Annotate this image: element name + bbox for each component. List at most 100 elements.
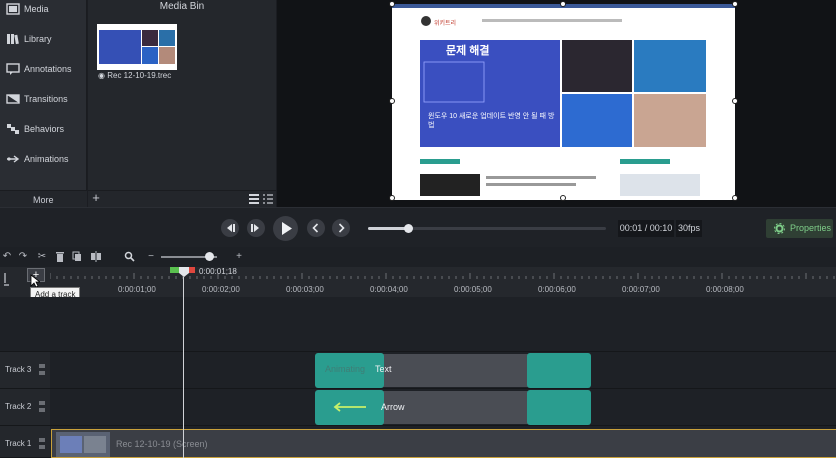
clip-sub-label: Animating (325, 364, 366, 374)
clip-thumbnail (56, 432, 110, 457)
resize-handle[interactable] (560, 195, 566, 201)
delete-icon[interactable] (54, 251, 66, 263)
resize-handle[interactable] (389, 195, 395, 201)
time-readout: 00:01 / 00:10 (618, 220, 674, 237)
playback-controls: 00:01 / 00:10 30fps Properties (0, 207, 836, 247)
resize-handle[interactable] (560, 1, 566, 7)
gear-icon (774, 223, 785, 234)
play-button[interactable] (273, 216, 298, 241)
playhead-line[interactable] (183, 277, 184, 458)
screen-clip-label: Rec 12-10-19 (Screen) (116, 439, 208, 449)
sidebar-item-label: Behaviors (24, 124, 65, 134)
library-icon (7, 34, 19, 45)
track-lock-icon[interactable] (38, 399, 46, 415)
sidebar-item-library[interactable]: Library (0, 24, 87, 54)
resize-handle[interactable] (389, 1, 395, 7)
selection-end-marker[interactable] (189, 267, 195, 273)
screen-recording-clip[interactable]: Rec 12-10-19 (Screen) (51, 429, 836, 458)
split-icon[interactable] (90, 251, 102, 263)
list-view-icon[interactable] (249, 194, 259, 204)
arrow-clip-out-animation[interactable] (527, 390, 591, 425)
ruler-label: 0:00:03;00 (286, 285, 324, 294)
track-header-3[interactable]: Track 3 (0, 352, 50, 389)
ruler-label: 0:00:06;00 (538, 285, 576, 294)
step-forward-button[interactable] (247, 219, 265, 237)
annotation-icon (6, 63, 20, 75)
sidebar-item-label: Animations (24, 154, 69, 164)
media-bin-title: Media Bin (159, 1, 205, 12)
timeline-lock-icon[interactable] (0, 270, 24, 290)
webpage-screenshot (392, 4, 735, 200)
track-lock-icon[interactable] (38, 436, 46, 452)
track-lane-empty[interactable] (50, 297, 836, 352)
more-button[interactable]: More (0, 190, 87, 207)
ruler-label: 0:00:07;00 (622, 285, 660, 294)
scrubber-fill (368, 227, 409, 230)
transition-icon (6, 94, 20, 104)
resize-handle[interactable] (389, 98, 395, 104)
track-header-2[interactable]: Track 2 (0, 389, 50, 426)
sidebar-item-transitions[interactable]: Transitions (0, 84, 87, 114)
track-header-1[interactable]: Track 1 (0, 426, 50, 458)
properties-button[interactable]: Properties (766, 219, 833, 238)
ruler-label: 0:00:08;00 (706, 285, 744, 294)
track-lock-icon[interactable] (38, 362, 46, 378)
sidebar-item-annotations[interactable]: Annotations (0, 54, 87, 84)
ruler-label: 0:00:04;00 (370, 285, 408, 294)
step-forward-icon (251, 224, 259, 232)
sidebar-item-animations[interactable]: Animations (0, 144, 87, 174)
copy-icon[interactable] (71, 251, 83, 263)
previous-marker-button[interactable] (307, 219, 325, 237)
preview-site-name: 위키트리 (434, 21, 457, 27)
chevron-left-icon (312, 223, 319, 233)
text-clip-out-animation[interactable] (527, 353, 591, 388)
media-thumbnail[interactable] (97, 24, 177, 70)
resize-handle[interactable] (732, 195, 738, 201)
ruler-label: 0:00:02;00 (202, 285, 240, 294)
step-back-icon (227, 224, 235, 232)
zoom-out-icon[interactable]: − (145, 251, 157, 263)
redo-icon[interactable]: ↷ (17, 251, 29, 263)
timeline-tracks: Track 3 Track 2 Track 1 Animating Text A… (0, 297, 836, 458)
behaviors-icon (7, 124, 19, 134)
track-label: Track 1 (5, 439, 32, 448)
animation-arrow-icon (7, 155, 20, 163)
resize-handle[interactable] (732, 98, 738, 104)
timeline-ruler[interactable]: 0:00:00;000:00:01;000:00:02;000:00:03;00… (0, 267, 836, 297)
next-marker-button[interactable] (332, 219, 350, 237)
zoom-slider-knob[interactable] (204, 252, 214, 261)
sidebar-item-label: Library (24, 34, 52, 44)
canvas-preview[interactable]: 문제 해결 윈도우 10 새로운 업데이트 반영 안 될 때 방법 위키트리 (392, 4, 735, 200)
film-icon (6, 3, 20, 15)
zoom-search-icon[interactable] (123, 251, 135, 263)
fps-readout: 30fps (676, 220, 702, 237)
playback-scrubber[interactable] (368, 224, 606, 233)
scrubber-knob[interactable] (404, 224, 414, 233)
arrow-left-icon (333, 402, 366, 412)
zoom-in-icon[interactable]: + (233, 251, 245, 263)
add-media-button[interactable]: + (90, 191, 102, 204)
arrow-clip-in-animation[interactable] (315, 390, 384, 425)
resize-handle[interactable] (732, 1, 738, 7)
text-clip-in-animation[interactable]: Animating (315, 353, 384, 388)
cut-icon[interactable]: ✂ (36, 251, 48, 263)
text-clip-body[interactable] (383, 354, 528, 387)
step-back-button[interactable] (221, 219, 239, 237)
play-icon (282, 222, 292, 235)
thumbnail-image (97, 24, 177, 70)
more-label: More (33, 195, 54, 205)
media-bin: Media Bin ◉ Rec 12-10-19.trec (88, 0, 276, 207)
sidebar-item-label: Media (24, 4, 49, 14)
tools-sidebar: Media Library Annotations Transitions Be… (0, 0, 87, 207)
properties-label: Properties (790, 223, 832, 233)
arrow-clip-label: Arrow (381, 402, 405, 412)
undo-icon[interactable]: ↶ (1, 251, 13, 263)
mouse-cursor-icon (30, 274, 40, 288)
sidebar-item-media[interactable]: Media (0, 0, 87, 24)
sidebar-item-behaviors[interactable]: Behaviors (0, 114, 87, 144)
track-label: Track 3 (5, 365, 32, 374)
grid-view-icon[interactable] (263, 194, 273, 204)
media-item-name: ◉ Rec 12-10-19.trec (98, 71, 172, 80)
ruler-label: 0:00:01;00 (118, 285, 156, 294)
sidebar-item-label: Transitions (24, 94, 68, 104)
